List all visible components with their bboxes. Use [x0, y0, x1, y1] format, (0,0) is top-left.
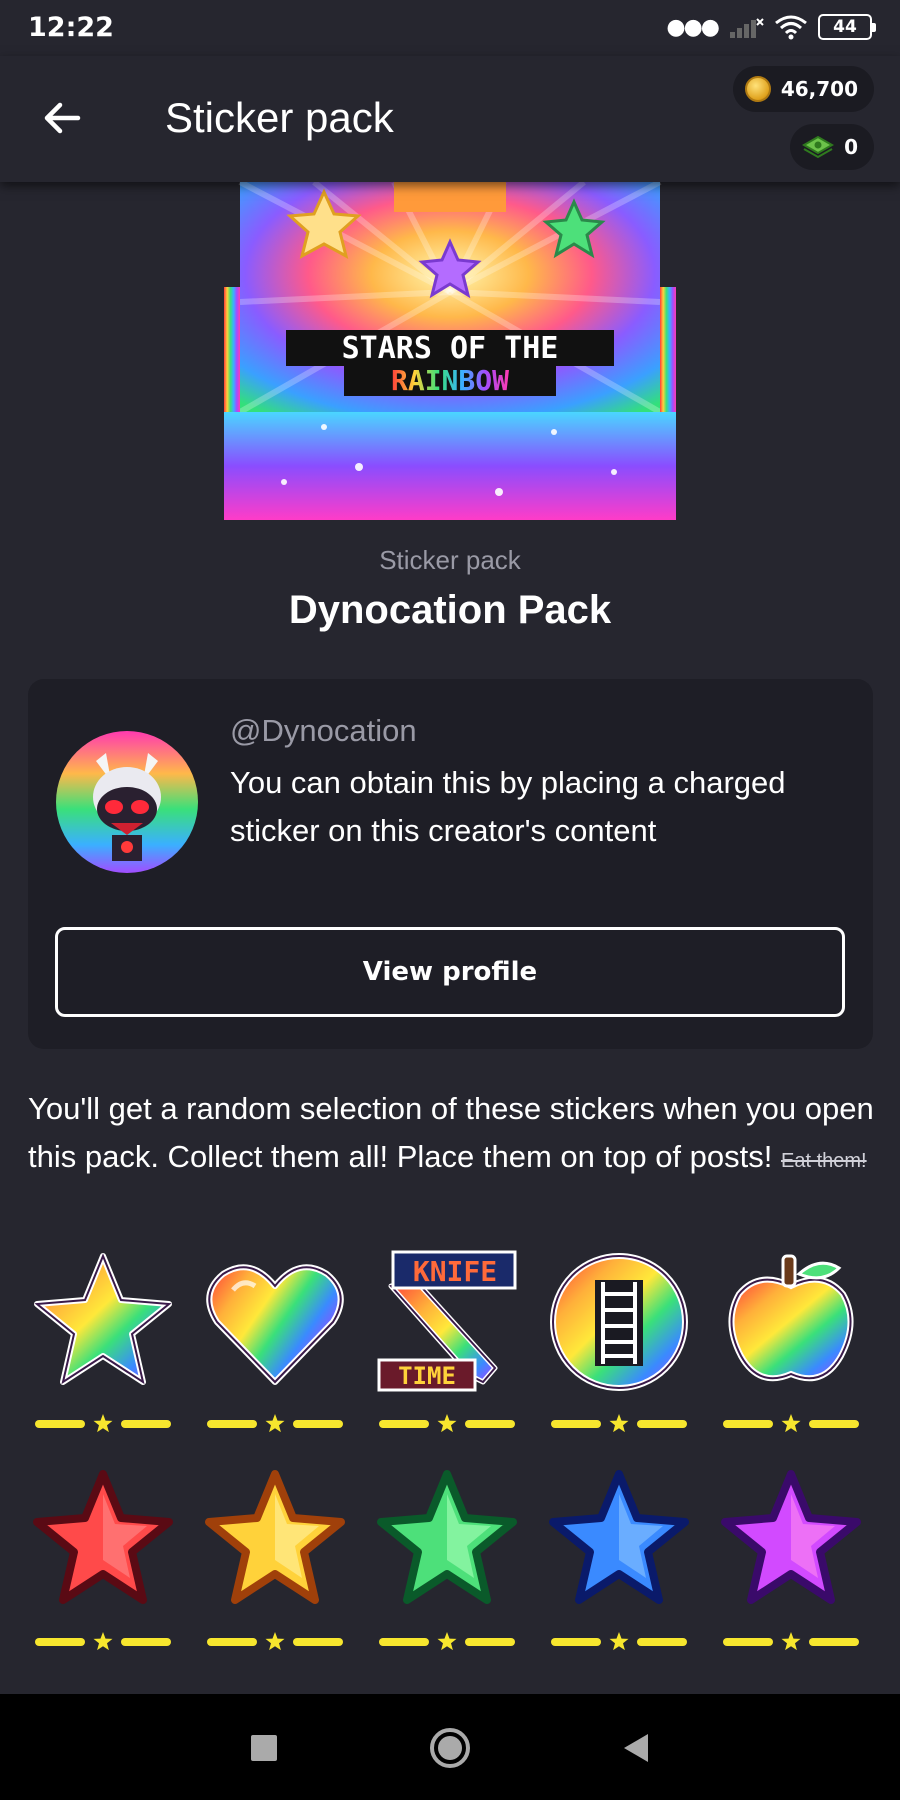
rarity-bar-right [121, 1420, 171, 1428]
cash-amount: 0 [844, 135, 858, 159]
sticker-green-star[interactable] [372, 1468, 522, 1651]
back-arrow-icon[interactable] [38, 94, 86, 142]
rarity-bar-right [293, 1420, 343, 1428]
knife-text-bottom: TIME [398, 1362, 456, 1390]
app-bar: Sticker pack 46,700 0 [0, 56, 900, 182]
rarity-bar-right [465, 1638, 515, 1646]
rarity-star-icon [609, 1414, 629, 1433]
creator-card: @Dynocation You can obtain this by placi… [28, 679, 873, 1049]
banner-title-line1: STARS OF THE [342, 331, 559, 366]
rarity-bar-left [207, 1638, 257, 1646]
ladder-badge-sticker-icon [550, 1253, 688, 1391]
rarity-star-icon [265, 1632, 285, 1651]
purple-star-sticker-icon [721, 1470, 861, 1604]
home-circle-icon[interactable] [426, 1724, 474, 1772]
knife-time-sticker-icon: KNIFE TIME [377, 1250, 517, 1392]
pack-banner-image: STARS OF THE RAINBOW [224, 182, 676, 520]
creator-handle[interactable]: @Dynocation [230, 713, 417, 749]
sticker-rainbow-apple[interactable] [716, 1250, 866, 1433]
rarity-bar-left [35, 1420, 85, 1428]
recents-square-icon[interactable] [240, 1724, 288, 1772]
rarity-bar-right [637, 1420, 687, 1428]
rarity-bar-right [809, 1638, 859, 1646]
signal-icon [730, 18, 764, 38]
rarity-indicator [379, 1632, 515, 1651]
rarity-indicator [207, 1632, 343, 1651]
blue-star-sticker-icon [549, 1470, 689, 1604]
coin-icon [744, 76, 771, 102]
status-time: 12:22 [28, 12, 114, 43]
rarity-bar-right [121, 1638, 171, 1646]
rarity-indicator [379, 1414, 515, 1433]
creator-description: You can obtain this by placing a charged… [230, 765, 786, 848]
sticker-rainbow-ladder-badge[interactable] [544, 1250, 694, 1433]
wifi-icon [775, 15, 807, 40]
rarity-bar-left [207, 1420, 257, 1428]
rarity-bar-right [293, 1638, 343, 1646]
rarity-star-icon [609, 1632, 629, 1651]
cash-balance[interactable]: 0 [790, 124, 874, 170]
sticker-knife-time[interactable]: KNIFE TIME [372, 1250, 522, 1433]
sticker-red-star[interactable] [28, 1468, 178, 1651]
rarity-star-icon [781, 1414, 801, 1433]
rarity-bar-left [723, 1420, 773, 1428]
rarity-indicator [35, 1414, 171, 1433]
rarity-bar-right [465, 1420, 515, 1428]
rainbow-apple-sticker-icon [728, 1254, 854, 1382]
rarity-star-icon [437, 1414, 457, 1433]
status-bar: 12:22 ●●● 44 [0, 0, 900, 56]
rarity-bar-left [551, 1638, 601, 1646]
pack-name: Dynocation Pack [288, 588, 612, 632]
sticker-rainbow-star[interactable] [28, 1250, 178, 1433]
rarity-star-icon [93, 1632, 113, 1651]
rarity-indicator [723, 1414, 859, 1433]
rarity-bar-left [379, 1638, 429, 1646]
rainbow-star-sticker-icon [34, 1253, 172, 1385]
pack-info-main: You'll get a random selection of these s… [28, 1091, 874, 1174]
coins-balance[interactable]: 46,700 [732, 66, 874, 112]
red-star-sticker-icon [33, 1470, 173, 1604]
rarity-star-icon [265, 1414, 285, 1433]
rarity-bar-left [551, 1420, 601, 1428]
coins-amount: 46,700 [780, 77, 858, 101]
knife-text-top: KNIFE [413, 1255, 497, 1288]
rarity-indicator [723, 1632, 859, 1651]
back-triangle-icon[interactable] [612, 1724, 660, 1772]
rarity-star-icon [93, 1414, 113, 1433]
rarity-indicator [551, 1632, 687, 1651]
sticker-yellow-star[interactable] [200, 1468, 350, 1651]
rarity-star-icon [437, 1632, 457, 1651]
green-star-sticker-icon [377, 1470, 517, 1604]
sticker-blue-star[interactable] [544, 1468, 694, 1651]
banner-title-line2: RAINBOW [391, 364, 509, 397]
rarity-bar-right [637, 1638, 687, 1646]
pack-subtitle: Sticker pack [379, 545, 521, 575]
rarity-indicator [551, 1414, 687, 1433]
sticker-rainbow-heart[interactable] [200, 1250, 350, 1433]
sticker-purple-star[interactable] [716, 1468, 866, 1651]
rainbow-heart-sticker-icon [206, 1264, 344, 1385]
rarity-bar-left [35, 1638, 85, 1646]
pack-info-strikethrough: Eat them! [781, 1150, 867, 1172]
rarity-bar-left [379, 1420, 429, 1428]
rarity-indicator [207, 1414, 343, 1433]
cash-icon [802, 135, 835, 159]
yellow-star-sticker-icon [205, 1470, 345, 1604]
creator-avatar[interactable] [56, 731, 198, 873]
system-nav-bar [0, 1694, 900, 1800]
rarity-bar-right [809, 1420, 859, 1428]
status-icons: ●●● 44 [666, 14, 876, 40]
rarity-bar-left [723, 1638, 773, 1646]
view-profile-button[interactable]: View profile [55, 927, 845, 1017]
rarity-indicator [35, 1632, 171, 1651]
battery-icon: 44 [818, 14, 876, 40]
pack-info-text: You'll get a random selection of these s… [28, 1085, 878, 1185]
more-dots-icon: ●●● [666, 14, 720, 40]
page-title: Sticker pack [165, 94, 394, 141]
rarity-star-icon [781, 1632, 801, 1651]
